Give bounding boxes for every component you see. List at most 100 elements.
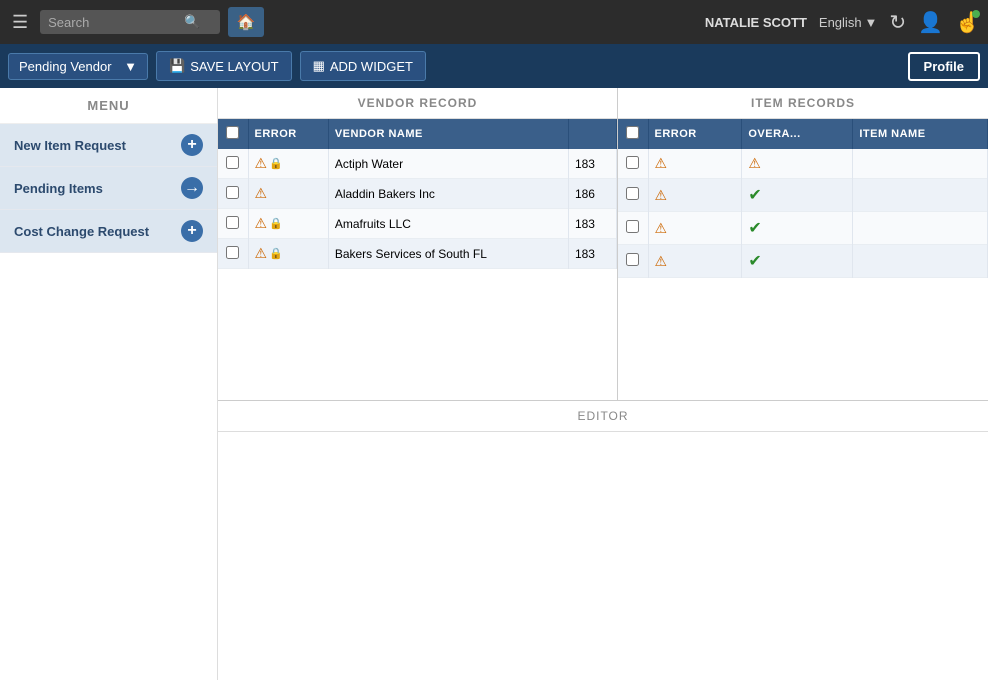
row-checkbox[interactable] xyxy=(226,246,239,259)
item-records-panel: ITEM RECORDS ERROR OVERA... ITEM NAME xyxy=(618,88,988,400)
dropdown-chevron-icon: ▼ xyxy=(124,59,137,74)
vendor-select-all-checkbox[interactable] xyxy=(226,126,239,139)
warning-icon: ⚠ xyxy=(655,187,668,203)
warning-icon: ⚠ xyxy=(655,155,668,171)
row-checkbox[interactable] xyxy=(226,156,239,169)
item-name-cell xyxy=(853,179,988,212)
warning-icon: ⚠ xyxy=(748,155,761,171)
editor-header: EDITOR xyxy=(218,401,988,432)
vendor-name-cell: Aladdin Bakers Inc xyxy=(328,179,568,209)
vendor-table: ERROR VENDOR NAME ⚠ xyxy=(218,119,617,269)
sidebar-item-new-icon: + xyxy=(181,134,203,156)
table-row[interactable]: ⚠ 🔒 Actiph Water 183 xyxy=(218,149,617,179)
menu-header: MENU xyxy=(0,88,217,124)
lock-icon: 🔒 xyxy=(269,217,283,230)
refresh-icon[interactable]: ↻ xyxy=(889,10,906,35)
toolbar: Pending Vendor ▼ 💾 SAVE LAYOUT ▦ ADD WID… xyxy=(0,44,988,88)
status-dot xyxy=(972,10,980,18)
sidebar: MENU New Item Request + Pending Items → … xyxy=(0,88,218,680)
warning-icon: ⚠ xyxy=(655,220,668,236)
check-icon: ✔ xyxy=(748,253,761,270)
top-nav: ☰ 🔍 🏠 NATALIE SCOTT English ▼ ↻ 👤 ☝ xyxy=(0,0,988,44)
add-widget-button[interactable]: ▦ ADD WIDGET xyxy=(300,51,426,81)
table-row[interactable]: ⚠ ✔ xyxy=(618,212,988,245)
main-content: MENU New Item Request + Pending Items → … xyxy=(0,88,988,680)
vendor-id-cell: 183 xyxy=(568,239,616,269)
vendor-name-cell: Actiph Water xyxy=(328,149,568,179)
vendor-table-container[interactable]: ERROR VENDOR NAME ⚠ xyxy=(218,119,617,400)
search-icon: 🔍 xyxy=(184,14,200,30)
save-layout-button[interactable]: 💾 SAVE LAYOUT xyxy=(156,51,292,81)
warning-icon: ⚠ xyxy=(255,215,268,232)
search-input[interactable] xyxy=(48,15,178,30)
nav-right: NATALIE SCOTT English ▼ ↻ 👤 ☝ xyxy=(705,10,980,35)
warning-icon: ⚠ xyxy=(255,245,268,262)
table-row[interactable]: ⚠ Aladdin Bakers Inc 186 xyxy=(218,179,617,209)
vendor-col-id xyxy=(568,119,616,149)
widget-icon: ▦ xyxy=(313,58,325,74)
home-button[interactable]: 🏠 xyxy=(228,7,264,37)
editor-body xyxy=(218,432,988,680)
sidebar-item-label: New Item Request xyxy=(14,138,126,153)
panels-row: VENDOR RECORD ERROR VENDOR NAME xyxy=(218,88,988,400)
item-col-overall: OVERA... xyxy=(742,119,853,149)
sidebar-item-new-item-request[interactable]: New Item Request + xyxy=(0,124,217,167)
item-records-header: ITEM RECORDS xyxy=(618,88,988,119)
editor-section: EDITOR xyxy=(218,400,988,680)
row-checkbox[interactable] xyxy=(626,156,639,169)
warning-icon: ⚠ xyxy=(255,185,268,202)
vendor-record-header: VENDOR RECORD xyxy=(218,88,617,119)
check-icon: ✔ xyxy=(748,187,761,204)
item-table-container[interactable]: ERROR OVERA... ITEM NAME ⚠ ⚠ xyxy=(618,119,988,400)
vendor-col-name: VENDOR NAME xyxy=(328,119,568,149)
row-checkbox[interactable] xyxy=(626,187,639,200)
vendor-name-cell: Bakers Services of South FL xyxy=(328,239,568,269)
vendor-col-error: ERROR xyxy=(248,119,328,149)
pointer-icon[interactable]: ☝ xyxy=(955,10,980,35)
item-name-cell xyxy=(853,212,988,245)
table-row[interactable]: ⚠ 🔒 Amafruits LLC 183 xyxy=(218,209,617,239)
item-select-all-checkbox[interactable] xyxy=(626,126,639,139)
item-name-cell xyxy=(853,149,988,179)
language-selector[interactable]: English ▼ xyxy=(819,15,878,30)
item-name-cell xyxy=(853,245,988,278)
vendor-id-cell: 183 xyxy=(568,149,616,179)
table-row[interactable]: ⚠ ✔ xyxy=(618,179,988,212)
table-row[interactable]: ⚠ ⚠ xyxy=(618,149,988,179)
save-icon: 💾 xyxy=(169,58,185,74)
lock-icon: 🔒 xyxy=(269,157,283,170)
vendor-name-cell: Amafruits LLC xyxy=(328,209,568,239)
sidebar-item-label: Pending Items xyxy=(14,181,103,196)
item-col-name: ITEM NAME xyxy=(853,119,988,149)
vendor-col-checkbox xyxy=(218,119,248,149)
row-checkbox[interactable] xyxy=(626,220,639,233)
item-col-checkbox xyxy=(618,119,648,149)
vendor-id-cell: 183 xyxy=(568,209,616,239)
row-checkbox[interactable] xyxy=(626,253,639,266)
item-table: ERROR OVERA... ITEM NAME ⚠ ⚠ xyxy=(618,119,988,278)
vendor-id-cell: 186 xyxy=(568,179,616,209)
lock-icon: 🔒 xyxy=(269,247,283,260)
warning-icon: ⚠ xyxy=(655,253,668,269)
table-row[interactable]: ⚠ 🔒 Bakers Services of South FL 183 xyxy=(218,239,617,269)
username-label: NATALIE SCOTT xyxy=(705,15,807,30)
warning-icon: ⚠ xyxy=(255,155,268,172)
chevron-down-icon: ▼ xyxy=(865,15,878,30)
sidebar-item-cost-icon: + xyxy=(181,220,203,242)
row-checkbox[interactable] xyxy=(226,186,239,199)
item-col-error: ERROR xyxy=(648,119,742,149)
pending-vendor-dropdown[interactable]: Pending Vendor ▼ xyxy=(8,53,148,80)
check-icon: ✔ xyxy=(748,220,761,237)
sidebar-item-cost-change-request[interactable]: Cost Change Request + xyxy=(0,210,217,253)
hamburger-icon[interactable]: ☰ xyxy=(8,8,32,37)
sidebar-item-label: Cost Change Request xyxy=(14,224,149,239)
user-icon[interactable]: 👤 xyxy=(918,10,943,35)
sidebar-item-pending-items[interactable]: Pending Items → xyxy=(0,167,217,210)
table-row[interactable]: ⚠ ✔ xyxy=(618,245,988,278)
vendor-record-panel: VENDOR RECORD ERROR VENDOR NAME xyxy=(218,88,618,400)
row-checkbox[interactable] xyxy=(226,216,239,229)
sidebar-item-arrow-icon: → xyxy=(181,177,203,199)
profile-button[interactable]: Profile xyxy=(908,52,980,81)
panels-area: VENDOR RECORD ERROR VENDOR NAME xyxy=(218,88,988,680)
search-container: 🔍 xyxy=(40,10,220,34)
